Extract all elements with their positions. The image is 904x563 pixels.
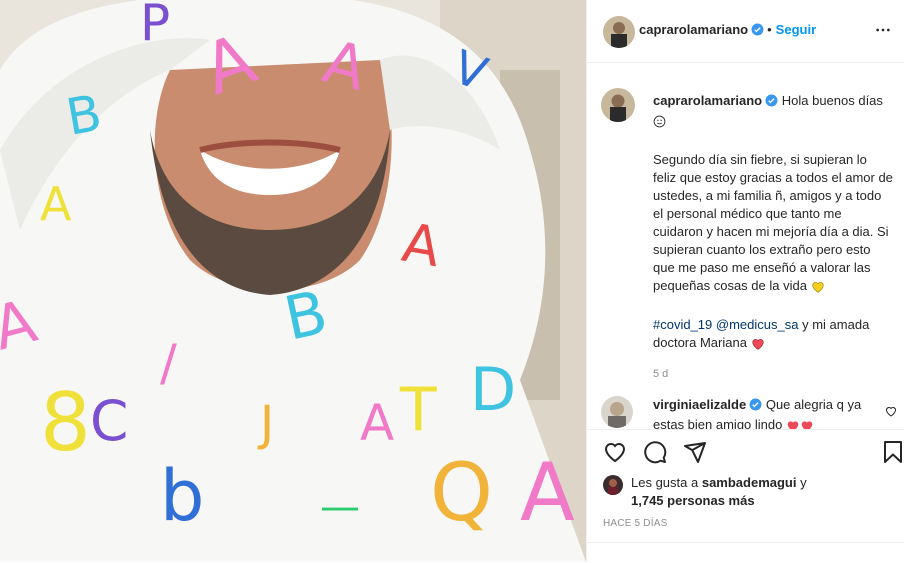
- svg-text:C: C: [90, 389, 128, 453]
- hoodie-selfie-image: A A P B A A 8 C b A B T D A Q A J V / —: [0, 0, 586, 562]
- action-bar: [587, 429, 904, 477]
- smile-emoji-icon: [653, 115, 666, 133]
- svg-text:A: A: [360, 394, 394, 452]
- svg-text:/: /: [160, 334, 177, 392]
- likes-joiner: y: [800, 475, 807, 490]
- likes-prefix: Les gusta a: [631, 475, 699, 490]
- red-heart-emoji-icon: [751, 337, 765, 355]
- mention-link[interactable]: @medicus_sa: [716, 317, 799, 332]
- comment-bubble-icon[interactable]: [643, 440, 667, 469]
- caption-body: Segundo día sin fiebre, si supieran lo f…: [653, 152, 897, 293]
- svg-text:—: —: [320, 484, 360, 530]
- svg-text:P: P: [140, 0, 170, 52]
- svg-text:J: J: [257, 396, 274, 452]
- svg-text:b: b: [160, 455, 204, 537]
- post-header: caprarolamariano • Seguir: [587, 0, 904, 63]
- comment-item: virginiaelizalde Que alegria q ya estas …: [601, 394, 897, 430]
- liker-avatar[interactable]: [603, 475, 623, 495]
- bookmark-icon[interactable]: [881, 440, 904, 469]
- svg-text:D: D: [470, 355, 516, 425]
- svg-text:A: A: [520, 446, 575, 539]
- commenter-avatar[interactable]: [601, 396, 633, 428]
- svg-text:A: A: [40, 177, 72, 231]
- verified-badge-icon: [751, 23, 764, 39]
- caption-age: 5 d: [653, 368, 669, 380]
- yellow-heart-emoji-icon: [811, 280, 825, 298]
- heart-outline-icon[interactable]: [603, 440, 627, 469]
- caption-author-username[interactable]: caprarolamariano: [653, 93, 762, 108]
- post-photo[interactable]: A A P B A A 8 C b A B T D A Q A J V / —: [0, 0, 586, 562]
- commenter-username[interactable]: virginiaelizalde: [653, 397, 746, 412]
- likes-count[interactable]: 1,745 personas más: [631, 493, 755, 508]
- separator-dot: •: [767, 22, 772, 37]
- caption-greeting: Hola buenos días: [781, 93, 883, 108]
- author-avatar[interactable]: [603, 16, 635, 48]
- caption-author-avatar[interactable]: [601, 88, 635, 122]
- add-comment-bar[interactable]: [587, 542, 904, 563]
- paper-plane-icon[interactable]: [683, 440, 707, 469]
- hashtag-link[interactable]: #covid_19: [653, 317, 712, 332]
- author-username[interactable]: caprarolamariano: [639, 22, 748, 37]
- comment-like-heart-icon[interactable]: [885, 404, 897, 422]
- liker-username[interactable]: sambademagui: [702, 475, 797, 490]
- svg-text:Q: Q: [430, 446, 493, 539]
- more-horizontal-icon[interactable]: [875, 22, 891, 43]
- post-timestamp[interactable]: HACE 5 DÍAS: [603, 518, 667, 529]
- verified-badge-icon: [749, 398, 762, 416]
- svg-text:8: 8: [40, 376, 91, 469]
- follow-button[interactable]: Seguir: [776, 22, 816, 37]
- post-side-panel: caprarolamariano • Seguir caprarolamariano…: [586, 0, 904, 562]
- verified-badge-icon: [765, 94, 778, 112]
- svg-text:T: T: [399, 375, 437, 445]
